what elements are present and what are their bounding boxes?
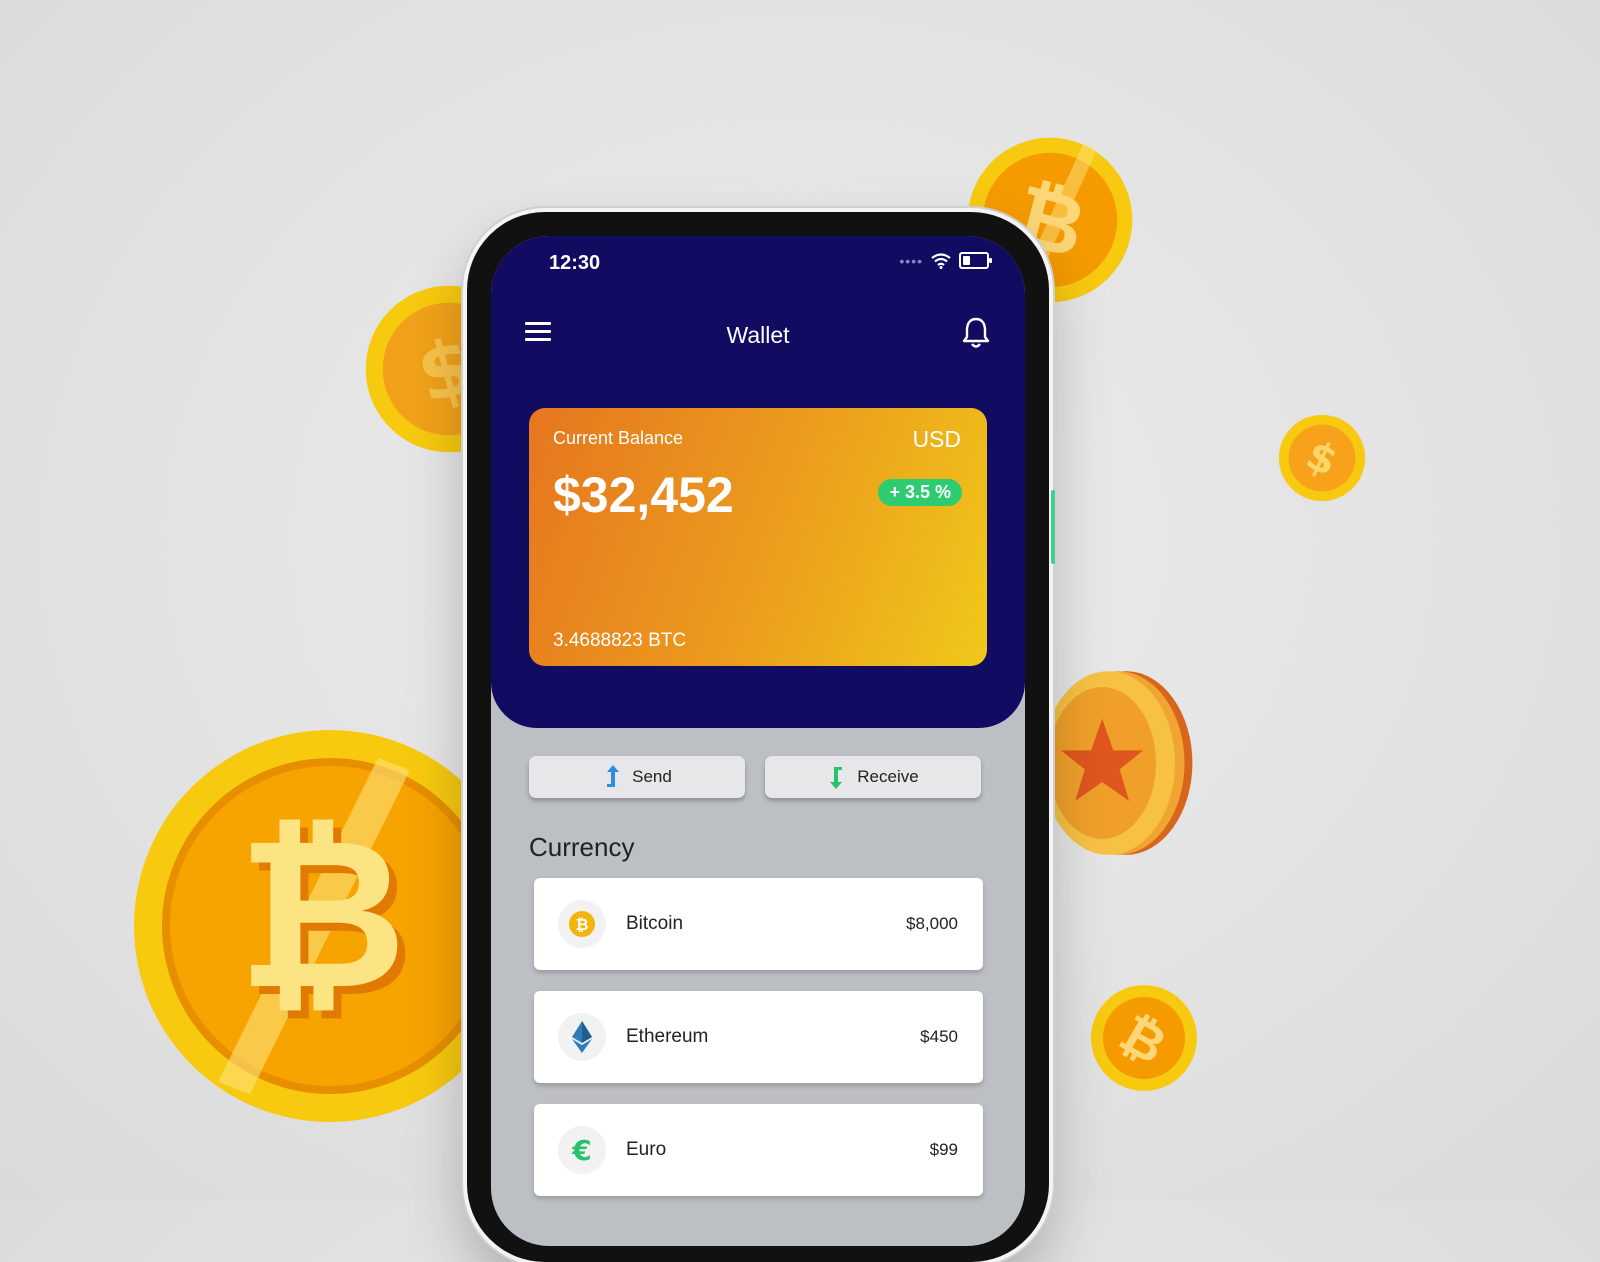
balance-currency: USD (912, 426, 961, 452)
currency-name: Bitcoin (626, 913, 684, 934)
currency-row-ethereum[interactable]: Ethereum $450 (534, 991, 983, 1083)
status-time: 12:30 (549, 252, 601, 274)
send-button[interactable]: Send (529, 756, 745, 798)
signal-icon: •••• (899, 252, 923, 269)
svg-text:₿: ₿ (237, 794, 407, 1036)
bitcoin-coin-small-decoration: ₿ (1090, 984, 1198, 1092)
currency-value: $99 (929, 1140, 958, 1159)
currency-name: Ethereum (626, 1026, 709, 1047)
star-coin-stack-decoration (1038, 668, 1198, 858)
status-icons: •••• (899, 252, 992, 269)
balance-change-badge: + 3.5 % (878, 479, 962, 506)
currency-section-title: Currency (529, 832, 635, 862)
balance-btc-amount: 3.4688823 BTC (553, 630, 687, 651)
notification-bell-icon[interactable] (961, 316, 991, 350)
wallet-header: 12:30 •••• Wallet Current Balance USD $3… (491, 236, 1025, 728)
currency-row-euro[interactable]: € Euro $99 (534, 1104, 983, 1196)
ethereum-icon (558, 1013, 606, 1061)
wifi-icon (931, 252, 951, 269)
dollar-coin-right-decoration: $ (1278, 414, 1366, 502)
send-arrow-icon (607, 765, 620, 787)
currency-value: $8,000 (906, 914, 958, 933)
euro-icon: € (558, 1126, 606, 1174)
receive-arrow-icon (830, 767, 843, 789)
receive-button[interactable]: Receive (765, 756, 981, 798)
balance-label: Current Balance (553, 428, 684, 448)
receive-button-label: Receive (857, 767, 919, 786)
currency-row-bitcoin[interactable]: ₿ Bitcoin $8,000 (534, 878, 983, 970)
svg-text:₿: ₿ (575, 915, 588, 934)
page-title: Wallet (726, 322, 790, 348)
phone-frame: 12:30 •••• Wallet Current Balance USD $3… (467, 212, 1055, 1262)
balance-amount: $32,452 (553, 467, 734, 523)
phone-side-button (1051, 490, 1055, 564)
bitcoin-icon: ₿ (558, 900, 606, 948)
currency-value: $450 (920, 1027, 958, 1046)
battery-icon (959, 252, 992, 269)
currency-name: Euro (626, 1139, 667, 1160)
send-button-label: Send (632, 767, 672, 786)
balance-card[interactable]: Current Balance USD $32,452 + 3.5 % 3.46… (529, 408, 987, 666)
app-screen: 12:30 •••• Wallet Current Balance USD $3… (491, 236, 1025, 1246)
